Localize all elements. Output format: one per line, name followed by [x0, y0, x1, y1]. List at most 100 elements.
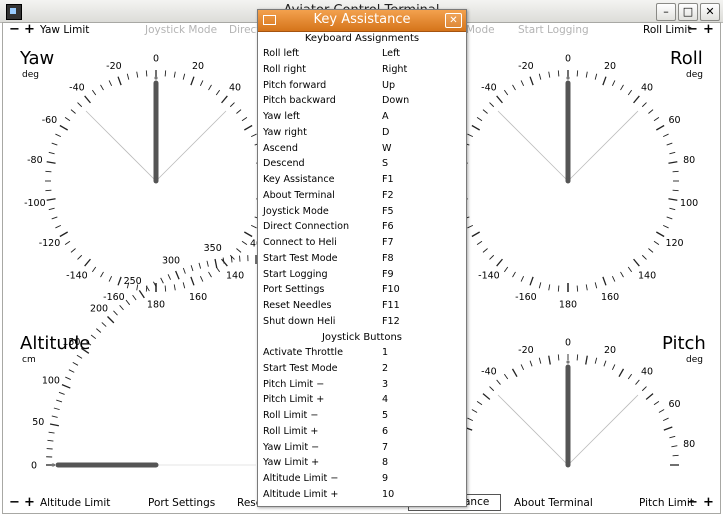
assignment-key: F1 [382, 174, 394, 185]
pitch-tick [496, 379, 501, 385]
assignment-key: F6 [382, 221, 394, 233]
key-assistance-dialog: Key Assistance ✕ Keyboard Assignments Ro… [257, 9, 467, 507]
altitude-tick [56, 399, 63, 403]
roll-tick [471, 231, 480, 238]
altitude-needle-tip [51, 463, 55, 467]
altitude-tick [76, 354, 83, 359]
assignment-key: F7 [382, 237, 394, 248]
yaw-tick [84, 258, 91, 267]
assignment-action: Reset Needles [263, 300, 332, 311]
roll-tick [633, 95, 640, 104]
assignment-key: 1 [382, 347, 389, 358]
assignment-action: Pitch backward [263, 95, 336, 107]
altitude-limit-minus-button[interactable]: − [9, 495, 20, 510]
yaw-tick [45, 189, 52, 192]
yaw-tick [108, 80, 113, 87]
roll-tick [496, 258, 503, 267]
altitude-tick [47, 439, 54, 442]
pitch-tick-label: -40 [481, 366, 497, 377]
assignment-action: About Terminal [263, 189, 335, 201]
altitude-tick-label: 100 [42, 376, 60, 387]
pitch-tick [471, 409, 478, 413]
roll-tick [576, 70, 579, 77]
roll-tick [668, 161, 678, 164]
altitude-tick [61, 384, 71, 389]
assignment-key: Down [382, 95, 410, 107]
roll-tick [520, 80, 525, 87]
roll-tick-label: 20 [604, 61, 616, 72]
roll-tick-label: 120 [665, 238, 683, 249]
yaw-tick-label: -20 [106, 61, 122, 72]
assignment-action: Roll left [263, 48, 300, 59]
altitude-tick [138, 290, 145, 299]
pitch-tick [669, 435, 676, 439]
yaw-tick-label: 20 [192, 61, 204, 72]
assignment-action: Joystick Mode [263, 205, 329, 217]
assignment-key: 2 [382, 362, 389, 374]
yaw-tick [215, 89, 221, 96]
pitch-tick-label: 20 [604, 345, 616, 356]
pitch-tick-label: -20 [518, 345, 534, 356]
pitch-tick [663, 426, 673, 431]
port-settings-button[interactable]: Port Settings [148, 497, 215, 509]
roll-tick [503, 89, 509, 96]
assignment-key: 9 [382, 473, 389, 484]
roll-tick [662, 133, 669, 138]
altitude-tick [119, 305, 124, 311]
assignment-action: Port Settings [263, 284, 325, 296]
pitch-tick [576, 354, 579, 361]
altitude-limit-plus-button[interactable]: + [24, 495, 35, 510]
roll-needle-tip [566, 76, 570, 80]
pitch-tick-label: 0 [565, 338, 571, 349]
assignment-key: F12 [382, 315, 400, 327]
yaw-tick [244, 124, 253, 131]
pitch-limit-plus-button[interactable]: + [703, 495, 714, 510]
about-terminal-button[interactable]: About Terminal [514, 497, 593, 509]
yaw-tick [46, 198, 56, 201]
dialog-close-button[interactable]: ✕ [445, 13, 462, 28]
yaw-tick [208, 84, 212, 91]
altitude-limit-label: Altitude Limit [40, 497, 111, 509]
roll-tick [672, 170, 679, 173]
roll-tick [548, 284, 551, 291]
pitch-tick [603, 360, 607, 367]
pitch-tick [658, 409, 665, 413]
yaw-tick [236, 248, 242, 253]
dialog-titlebar[interactable]: Key Assistance ✕ [258, 10, 466, 32]
pitch-tick [594, 357, 598, 364]
assignment-action: Start Test Mode [263, 252, 338, 264]
yaw-tick [48, 207, 55, 211]
pitch-limit-minus-button[interactable]: − [687, 495, 698, 510]
yaw-title: Yaw [20, 48, 55, 69]
yaw-tick [108, 275, 113, 282]
pitch-tick [653, 400, 660, 406]
guide-line [567, 394, 639, 466]
assignment-action: Roll right [263, 63, 307, 75]
assignment-key: 4 [382, 394, 389, 406]
roll-tick [529, 276, 534, 286]
yaw-tick [241, 240, 248, 246]
roll-tick [611, 275, 616, 282]
yaw-tick [59, 231, 68, 238]
pitch-tick [511, 368, 518, 377]
yaw-tick [51, 216, 58, 220]
yaw-tick [182, 282, 186, 289]
altitude-tick [214, 258, 218, 268]
roll-tick [666, 142, 673, 146]
roll-tick [538, 73, 542, 80]
roll-gauge: 0 20 40 60 80 100 120 140 160 180 -160 -140 -20 -40 [457, 54, 698, 311]
yaw-tick [48, 151, 55, 155]
yaw-tick-label: 40 [229, 82, 241, 93]
roll-tick-label: 100 [680, 198, 698, 209]
pitch-tick [627, 373, 633, 380]
yaw-tick-label: -120 [39, 238, 61, 249]
altitude-tick [175, 270, 180, 280]
roll-tick [627, 89, 633, 96]
roll-tick [467, 133, 474, 138]
yaw-tick-label: -100 [24, 198, 46, 209]
assignment-key: 3 [382, 378, 389, 390]
roll-tick [503, 266, 509, 273]
pitch-tick [489, 386, 495, 392]
roll-tick [641, 102, 647, 108]
pitch-tick [662, 417, 669, 422]
